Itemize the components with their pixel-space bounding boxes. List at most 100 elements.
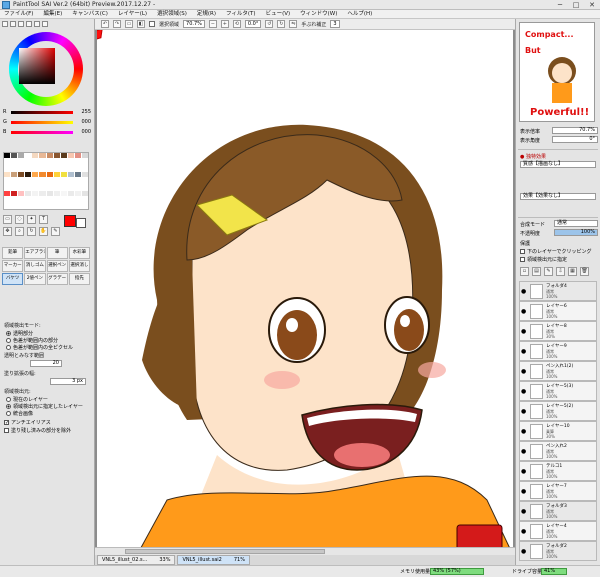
- red-slider[interactable]: R 255: [3, 109, 91, 116]
- color-wheel-mode-icon[interactable]: [2, 21, 8, 27]
- hsv-slider-mode-icon[interactable]: [18, 21, 24, 27]
- menu-window[interactable]: ウィンドウ(W): [300, 10, 337, 18]
- opacity-slider[interactable]: 100%: [554, 229, 598, 236]
- green-slider[interactable]: G 000: [3, 119, 91, 126]
- layer-item[interactable]: ● レイヤー10 乗算 30%: [519, 421, 597, 441]
- detect-src-checkbox[interactable]: 領域検出元に指定: [520, 256, 567, 263]
- deselect-icon[interactable]: ▭: [125, 20, 133, 28]
- selection-visible-checkbox[interactable]: [149, 21, 155, 27]
- menu-view[interactable]: ビュー(V): [266, 10, 291, 18]
- layer-item[interactable]: ● テルコ1 通常 100%: [519, 461, 597, 481]
- zoom-in-icon[interactable]: +: [220, 20, 229, 28]
- scratchpad-mode-icon[interactable]: [42, 21, 48, 27]
- mixer-mode-icon[interactable]: [26, 21, 32, 27]
- visibility-eye-icon[interactable]: ●: [521, 288, 528, 295]
- scrollbar-thumb[interactable]: [125, 549, 325, 554]
- blue-slider-track[interactable]: [11, 131, 73, 134]
- view-angle-field[interactable]: 0°: [552, 136, 598, 143]
- layer-item[interactable]: ● レイヤー5(3) 通常 100%: [519, 381, 597, 401]
- layer-item[interactable]: ● フォルダ3 通常 100%: [519, 501, 597, 521]
- rect-select-icon[interactable]: ▭: [3, 215, 12, 224]
- visibility-eye-icon[interactable]: ●: [521, 428, 528, 435]
- tool-bucket[interactable]: バケツ: [2, 273, 24, 285]
- rotate-right-icon[interactable]: ↻: [277, 20, 286, 28]
- zoom-reset-icon[interactable]: ⟲: [232, 20, 241, 28]
- visibility-eye-icon[interactable]: ●: [521, 388, 528, 395]
- horizontal-scrollbar[interactable]: [95, 547, 515, 555]
- background-color[interactable]: [76, 218, 86, 228]
- new-layer-icon[interactable]: ▫: [520, 267, 529, 276]
- merge-down-icon[interactable]: ⇩: [556, 267, 565, 276]
- layer-item[interactable]: ● レイヤー8 通常 30%: [519, 321, 597, 341]
- visibility-eye-icon[interactable]: ●: [521, 348, 528, 355]
- navigator-preview[interactable]: Compact... But Powerful!!: [519, 22, 595, 122]
- visibility-eye-icon[interactable]: ●: [521, 408, 528, 415]
- layer-item[interactable]: ● レイヤー6 通常 100%: [519, 301, 597, 321]
- visibility-eye-icon[interactable]: ●: [521, 528, 528, 535]
- visibility-eye-icon[interactable]: ●: [521, 548, 528, 555]
- move-icon[interactable]: ✥: [3, 227, 12, 236]
- source-option-specified[interactable]: 領域検出元に指定したレイヤー: [6, 403, 83, 410]
- detect-option-transparent[interactable]: 透明部分: [6, 330, 33, 337]
- new-vector-layer-icon[interactable]: ✎: [544, 267, 553, 276]
- tool-select-eraser[interactable]: 選択消し: [68, 260, 90, 272]
- zoom-tool-icon[interactable]: ⌕: [15, 227, 24, 236]
- tool-marker[interactable]: マーカー: [2, 260, 24, 272]
- green-slider-track[interactable]: [11, 121, 73, 124]
- rotate-left-icon[interactable]: ↺: [265, 20, 274, 28]
- close-button[interactable]: ✕: [584, 0, 600, 10]
- text-tool-icon[interactable]: T: [39, 215, 48, 224]
- tool-brush[interactable]: 筆: [46, 247, 68, 259]
- menu-ruler[interactable]: 定規(R): [197, 10, 216, 18]
- invert-selection-icon[interactable]: ◧: [137, 20, 145, 28]
- flip-horizontal-icon[interactable]: ⇋: [289, 20, 298, 28]
- layer-item[interactable]: ● レイヤー4 通常 100%: [519, 521, 597, 541]
- canvas-area[interactable]: Ɔd∃7...: [95, 30, 515, 555]
- detect-option-color-range[interactable]: 色差が範囲内の部分: [6, 337, 58, 344]
- layer-item[interactable]: ● ペン入れ1(2) 通常 100%: [519, 361, 597, 381]
- clear-layer-icon[interactable]: ▦: [568, 267, 577, 276]
- tool-gradient[interactable]: グラデー: [46, 273, 68, 285]
- tool-eraser[interactable]: 消しゴム: [24, 260, 46, 272]
- rgb-slider-mode-icon[interactable]: [10, 21, 16, 27]
- menu-layer[interactable]: レイヤー(L): [118, 10, 147, 18]
- tool-finger[interactable]: 指先: [68, 273, 90, 285]
- doc-tab-1[interactable]: VNL5_illust_02.s... 33%: [97, 555, 176, 565]
- redo-icon[interactable]: ↷: [113, 20, 121, 28]
- clip-checkbox[interactable]: 下のレイヤーでクリッピング: [520, 248, 592, 255]
- menu-edit[interactable]: 編集(E): [43, 10, 62, 18]
- foreground-color[interactable]: [64, 215, 76, 227]
- layer-item[interactable]: ● レイヤー5(2) 通常 100%: [519, 401, 597, 421]
- tool-airbrush[interactable]: エアブラシ: [24, 247, 46, 259]
- blue-slider[interactable]: B 000: [3, 129, 91, 136]
- layer-item[interactable]: ● ペン入れ2 通常 100%: [519, 441, 597, 461]
- visibility-eye-icon[interactable]: ●: [521, 508, 528, 515]
- menu-file[interactable]: ファイル(F): [4, 10, 33, 18]
- tool-watercolor[interactable]: 水彩筆: [68, 247, 90, 259]
- visibility-eye-icon[interactable]: ●: [521, 468, 528, 475]
- texture-dropdown[interactable]: 質感【描画なし】: [520, 161, 596, 168]
- layer-item[interactable]: ● レイヤー9 通常 100%: [519, 341, 597, 361]
- expand-field[interactable]: 3 px: [50, 378, 86, 385]
- antialias-checkbox[interactable]: ✓ アンチエイリアス: [4, 419, 51, 426]
- color-swatches[interactable]: [3, 152, 89, 210]
- rotation-field[interactable]: 0.0°: [244, 20, 262, 28]
- layer-item[interactable]: ● フォルダ2 通常 100%: [519, 541, 597, 561]
- stabilizer-field[interactable]: 3: [330, 20, 340, 28]
- doc-tab-2[interactable]: VNL5_illust.sai2 71%: [177, 555, 250, 565]
- visibility-eye-icon[interactable]: ●: [521, 488, 528, 495]
- maximize-button[interactable]: □: [568, 0, 584, 10]
- saturation-value-square[interactable]: [19, 48, 55, 84]
- menu-help[interactable]: ヘルプ(H): [347, 10, 372, 18]
- visibility-eye-icon[interactable]: ●: [521, 448, 528, 455]
- fill-gap-checkbox[interactable]: 塗り残し済みの部分を除外: [4, 427, 71, 434]
- rotate-tool-icon[interactable]: ↻: [27, 227, 36, 236]
- detect-option-all-pixels[interactable]: 色差が範囲内の全ピクセル: [6, 344, 73, 351]
- menu-filter[interactable]: フィルタ(T): [226, 10, 256, 18]
- visibility-eye-icon[interactable]: ●: [521, 308, 528, 315]
- layer-item[interactable]: ● レイヤー7 通常 100%: [519, 481, 597, 501]
- zoom-field[interactable]: 70.7%: [183, 20, 205, 28]
- swatch-mode-icon[interactable]: [34, 21, 40, 27]
- tool-binary-pen[interactable]: 2値ペン: [24, 273, 46, 285]
- menu-canvas[interactable]: キャンバス(C): [72, 10, 108, 18]
